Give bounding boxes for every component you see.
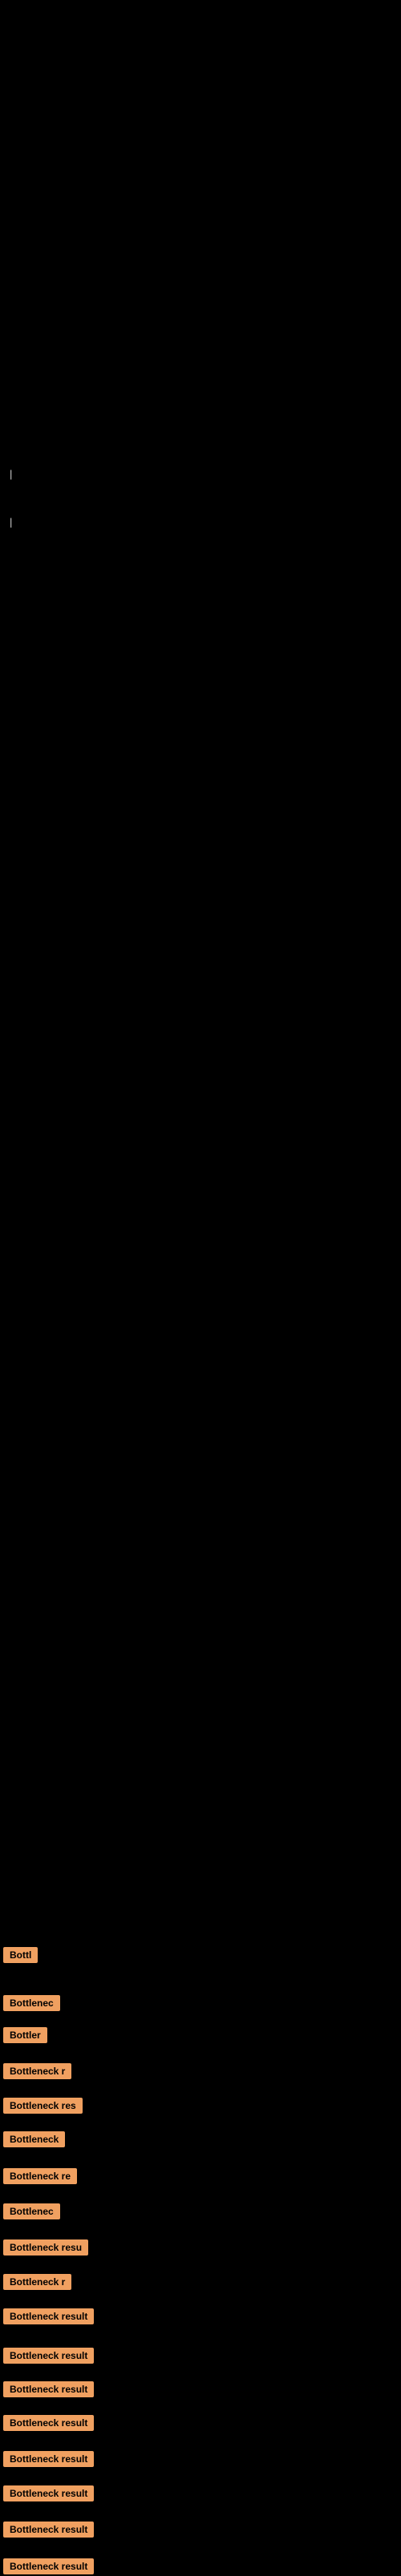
bottleneck-label[interactable]: Bottleneck	[3, 2131, 65, 2147]
bottleneck-item: Bottler	[0, 2027, 47, 2045]
bottleneck-item: Bottleneck result	[0, 2308, 94, 2326]
bottleneck-label[interactable]: Bottl	[3, 1947, 38, 1963]
bottleneck-label[interactable]: Bottlenec	[3, 2203, 60, 2219]
bottleneck-item: Bottlenec	[0, 2203, 60, 2221]
bottleneck-item: Bottlenec	[0, 1995, 60, 2013]
text-line-1: |	[3, 465, 18, 483]
bottleneck-label[interactable]: Bottleneck result	[3, 2381, 94, 2397]
bottleneck-label[interactable]: Bottleneck resu	[3, 2239, 88, 2256]
text-line-2: |	[3, 513, 18, 531]
bottleneck-label[interactable]: Bottlenec	[3, 1995, 60, 2011]
bottleneck-item: Bottleneck result	[0, 2522, 94, 2539]
bottleneck-label[interactable]: Bottleneck result	[3, 2415, 94, 2431]
bottleneck-label[interactable]: Bottleneck result	[3, 2451, 94, 2467]
bottleneck-label[interactable]: Bottleneck re	[3, 2168, 77, 2184]
bottleneck-label[interactable]: Bottleneck result	[3, 2485, 94, 2501]
bottleneck-item: Bottl	[0, 1947, 38, 1965]
bottleneck-label[interactable]: Bottleneck res	[3, 2098, 83, 2114]
bottleneck-item: Bottleneck result	[0, 2415, 94, 2433]
bottleneck-item: Bottleneck resu	[0, 2239, 88, 2257]
bottleneck-item: Bottleneck result	[0, 2348, 94, 2365]
bottleneck-item: Bottleneck result	[0, 2485, 94, 2503]
bottleneck-item: Bottleneck r	[0, 2274, 71, 2292]
bottleneck-item: Bottleneck result	[0, 2381, 94, 2399]
bottleneck-item: Bottleneck re	[0, 2168, 77, 2186]
bottleneck-label[interactable]: Bottleneck r	[3, 2274, 71, 2290]
bottleneck-label[interactable]: Bottleneck result	[3, 2308, 94, 2324]
bottleneck-item: Bottleneck r	[0, 2063, 71, 2081]
bottleneck-label[interactable]: Bottleneck result	[3, 2558, 94, 2574]
bottleneck-label[interactable]: Bottleneck r	[3, 2063, 71, 2079]
bottleneck-label[interactable]: Bottleneck result	[3, 2348, 94, 2364]
bottleneck-item: Bottleneck result	[0, 2451, 94, 2469]
bottleneck-item: Bottleneck	[0, 2131, 65, 2149]
bottleneck-label[interactable]: Bottler	[3, 2027, 47, 2043]
bottleneck-item: Bottleneck result	[0, 2558, 94, 2576]
bottleneck-item: Bottleneck res	[0, 2098, 83, 2115]
bottleneck-label[interactable]: Bottleneck result	[3, 2522, 94, 2538]
